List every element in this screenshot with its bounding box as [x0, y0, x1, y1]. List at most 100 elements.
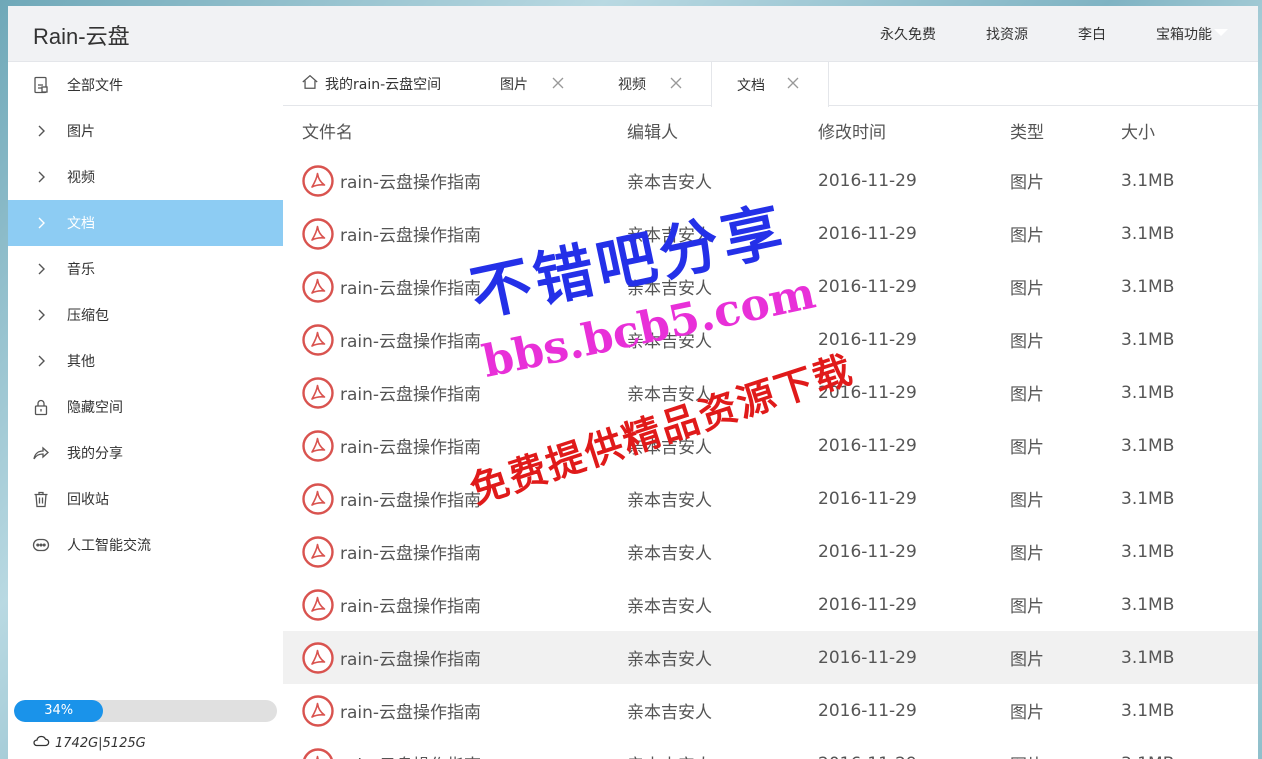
app-window: Rain-云盘 永久免费 找资源 李白 宝箱功能 全部文件 图片 视频 文档 音乐 压缩包…	[8, 6, 1258, 759]
chat-icon	[32, 536, 50, 554]
nav-treasure-box[interactable]: 宝箱功能	[1156, 24, 1228, 44]
table-header: 文件名 编辑人 修改时间 类型 大小	[283, 106, 1258, 154]
table-row[interactable]: rain-云盘操作指南亲本吉安人2016-11-29图片3.1MB	[283, 366, 1258, 419]
file-editor: 亲本吉安人	[627, 385, 712, 405]
file-name-cell: rain-云盘操作指南	[283, 482, 627, 515]
tab-videos[interactable]: 视频	[593, 62, 711, 106]
file-type: 图片	[1010, 544, 1044, 564]
tab-bar: 我的rain-云盘空间 图片 视频 文档	[283, 62, 1258, 107]
file-editor: 亲本吉安人	[627, 332, 712, 352]
sidebar-item[interactable]: 我的分享	[8, 430, 283, 476]
sidebar-item[interactable]: 人工智能交流	[8, 522, 283, 568]
file-name: rain-云盘操作指南	[340, 597, 482, 617]
file-modified-time: 2016-11-29	[818, 276, 917, 297]
pdf-icon	[302, 323, 334, 356]
sidebar-item[interactable]: 文档	[8, 200, 283, 246]
file-name: rain-云盘操作指南	[340, 226, 482, 246]
table-row[interactable]: rain-云盘操作指南亲本吉安人2016-11-29图片3.1MB	[283, 313, 1258, 366]
file-size: 3.1MB	[1121, 700, 1175, 721]
tab-images[interactable]: 图片	[475, 62, 593, 106]
sidebar-item-label: 全部文件	[67, 78, 123, 94]
file-name-cell: rain-云盘操作指南	[283, 323, 627, 356]
file-name: rain-云盘操作指南	[340, 544, 482, 564]
header-time[interactable]: 修改时间	[818, 118, 1010, 143]
file-modified-time: 2016-11-29	[818, 700, 917, 721]
sidebar-item[interactable]: 全部文件	[8, 62, 283, 108]
file-name-cell: rain-云盘操作指南	[283, 694, 627, 727]
chevron-right-icon	[32, 214, 50, 232]
file-size: 3.1MB	[1121, 276, 1175, 297]
file-modified-time: 2016-11-29	[818, 170, 917, 191]
file-name: rain-云盘操作指南	[340, 438, 482, 458]
close-icon[interactable]	[669, 76, 683, 90]
sidebar-item[interactable]: 回收站	[8, 476, 283, 522]
nav-user[interactable]: 李白	[1078, 24, 1106, 44]
sidebar-item[interactable]: 压缩包	[8, 292, 283, 338]
sidebar-item[interactable]: 其他	[8, 338, 283, 384]
sidebar-list: 全部文件图片视频文档 音乐 压缩包其他隐藏空间我的分享回收站人工智能交流	[8, 62, 283, 568]
close-icon[interactable]	[786, 76, 800, 90]
tab-documents[interactable]: 文档	[711, 62, 829, 107]
header-name[interactable]: 文件名	[283, 118, 627, 143]
file-editor: 亲本吉安人	[627, 491, 712, 511]
tab-images-label: 图片	[500, 77, 528, 93]
file-name-cell: rain-云盘操作指南	[283, 217, 627, 250]
file-name-cell: rain-云盘操作指南	[283, 535, 627, 568]
table-row[interactable]: rain-云盘操作指南亲本吉安人2016-11-29图片3.1MB	[283, 525, 1258, 578]
sidebar-item[interactable]: 音乐	[8, 246, 283, 292]
file-size: 3.1MB	[1121, 329, 1175, 350]
file-name: rain-云盘操作指南	[340, 173, 482, 193]
pdf-icon	[302, 429, 334, 462]
table-row[interactable]: rain-云盘操作指南亲本吉安人2016-11-29图片3.1MB	[283, 631, 1258, 684]
table-row[interactable]: rain-云盘操作指南亲本吉安人2016-11-29图片3.1MB	[283, 684, 1258, 737]
file-name: rain-云盘操作指南	[340, 491, 482, 511]
sidebar-item[interactable]: 视频	[8, 154, 283, 200]
file-size: 3.1MB	[1121, 435, 1175, 456]
chevron-right-icon	[32, 306, 50, 324]
table-row[interactable]: rain-云盘操作指南亲本吉安人2016-11-29图片3.1MB	[283, 737, 1258, 759]
table-row[interactable]: rain-云盘操作指南亲本吉安人2016-11-29图片3.1MB	[283, 154, 1258, 207]
file-name: rain-云盘操作指南	[340, 279, 482, 299]
file-modified-time: 2016-11-29	[818, 382, 917, 403]
file-type: 图片	[1010, 385, 1044, 405]
header-size[interactable]: 大小	[1121, 118, 1258, 143]
header-type[interactable]: 类型	[1010, 118, 1121, 143]
file-modified-time: 2016-11-29	[818, 329, 917, 350]
nav-find-resources[interactable]: 找资源	[986, 24, 1028, 44]
top-bar: Rain-云盘 永久免费 找资源 李白 宝箱功能	[8, 6, 1258, 62]
pdf-icon	[302, 270, 334, 303]
home-icon	[301, 73, 325, 95]
sidebar-item-label: 回收站	[67, 492, 109, 508]
table-row[interactable]: rain-云盘操作指南亲本吉安人2016-11-29图片3.1MB	[283, 260, 1258, 313]
file-type: 图片	[1010, 173, 1044, 193]
sidebar-item[interactable]: 图片	[8, 108, 283, 154]
sidebar-item-label: 其他	[67, 354, 95, 370]
header-editor[interactable]: 编辑人	[627, 118, 818, 143]
sidebar-item-label: 视频	[67, 170, 95, 186]
table-row[interactable]: rain-云盘操作指南亲本吉安人2016-11-29图片3.1MB	[283, 472, 1258, 525]
file-size: 3.1MB	[1121, 541, 1175, 562]
table-row[interactable]: rain-云盘操作指南亲本吉安人2016-11-29图片3.1MB	[283, 419, 1258, 472]
nav-free[interactable]: 永久免费	[880, 24, 936, 44]
close-icon[interactable]	[551, 76, 565, 90]
pdf-icon	[302, 217, 334, 250]
file-name-cell: rain-云盘操作指南	[283, 747, 627, 759]
tab-home[interactable]: 我的rain-云盘空间	[283, 62, 475, 106]
file-size: 3.1MB	[1121, 488, 1175, 509]
table-row[interactable]: rain-云盘操作指南亲本吉安人2016-11-29图片3.1MB	[283, 578, 1258, 631]
sidebar-item[interactable]: 隐藏空间	[8, 384, 283, 430]
pdf-icon	[302, 694, 334, 727]
table-row[interactable]: rain-云盘操作指南亲本吉安人2016-11-29图片3.1MB	[283, 207, 1258, 260]
file-editor: 亲本吉安人	[627, 173, 712, 193]
storage-percent: 34%	[44, 703, 74, 718]
tab-home-label: 我的rain-云盘空间	[325, 77, 442, 93]
file-name-cell: rain-云盘操作指南	[283, 641, 627, 674]
chevron-right-icon	[32, 352, 50, 370]
file-size: 3.1MB	[1121, 223, 1175, 244]
caret-down-icon	[1214, 29, 1228, 36]
sidebar-item-label: 我的分享	[67, 446, 123, 462]
file-type: 图片	[1010, 226, 1044, 246]
file-name-cell: rain-云盘操作指南	[283, 376, 627, 409]
sidebar-item-label: 图片	[67, 124, 95, 140]
file-name-cell: rain-云盘操作指南	[283, 588, 627, 621]
